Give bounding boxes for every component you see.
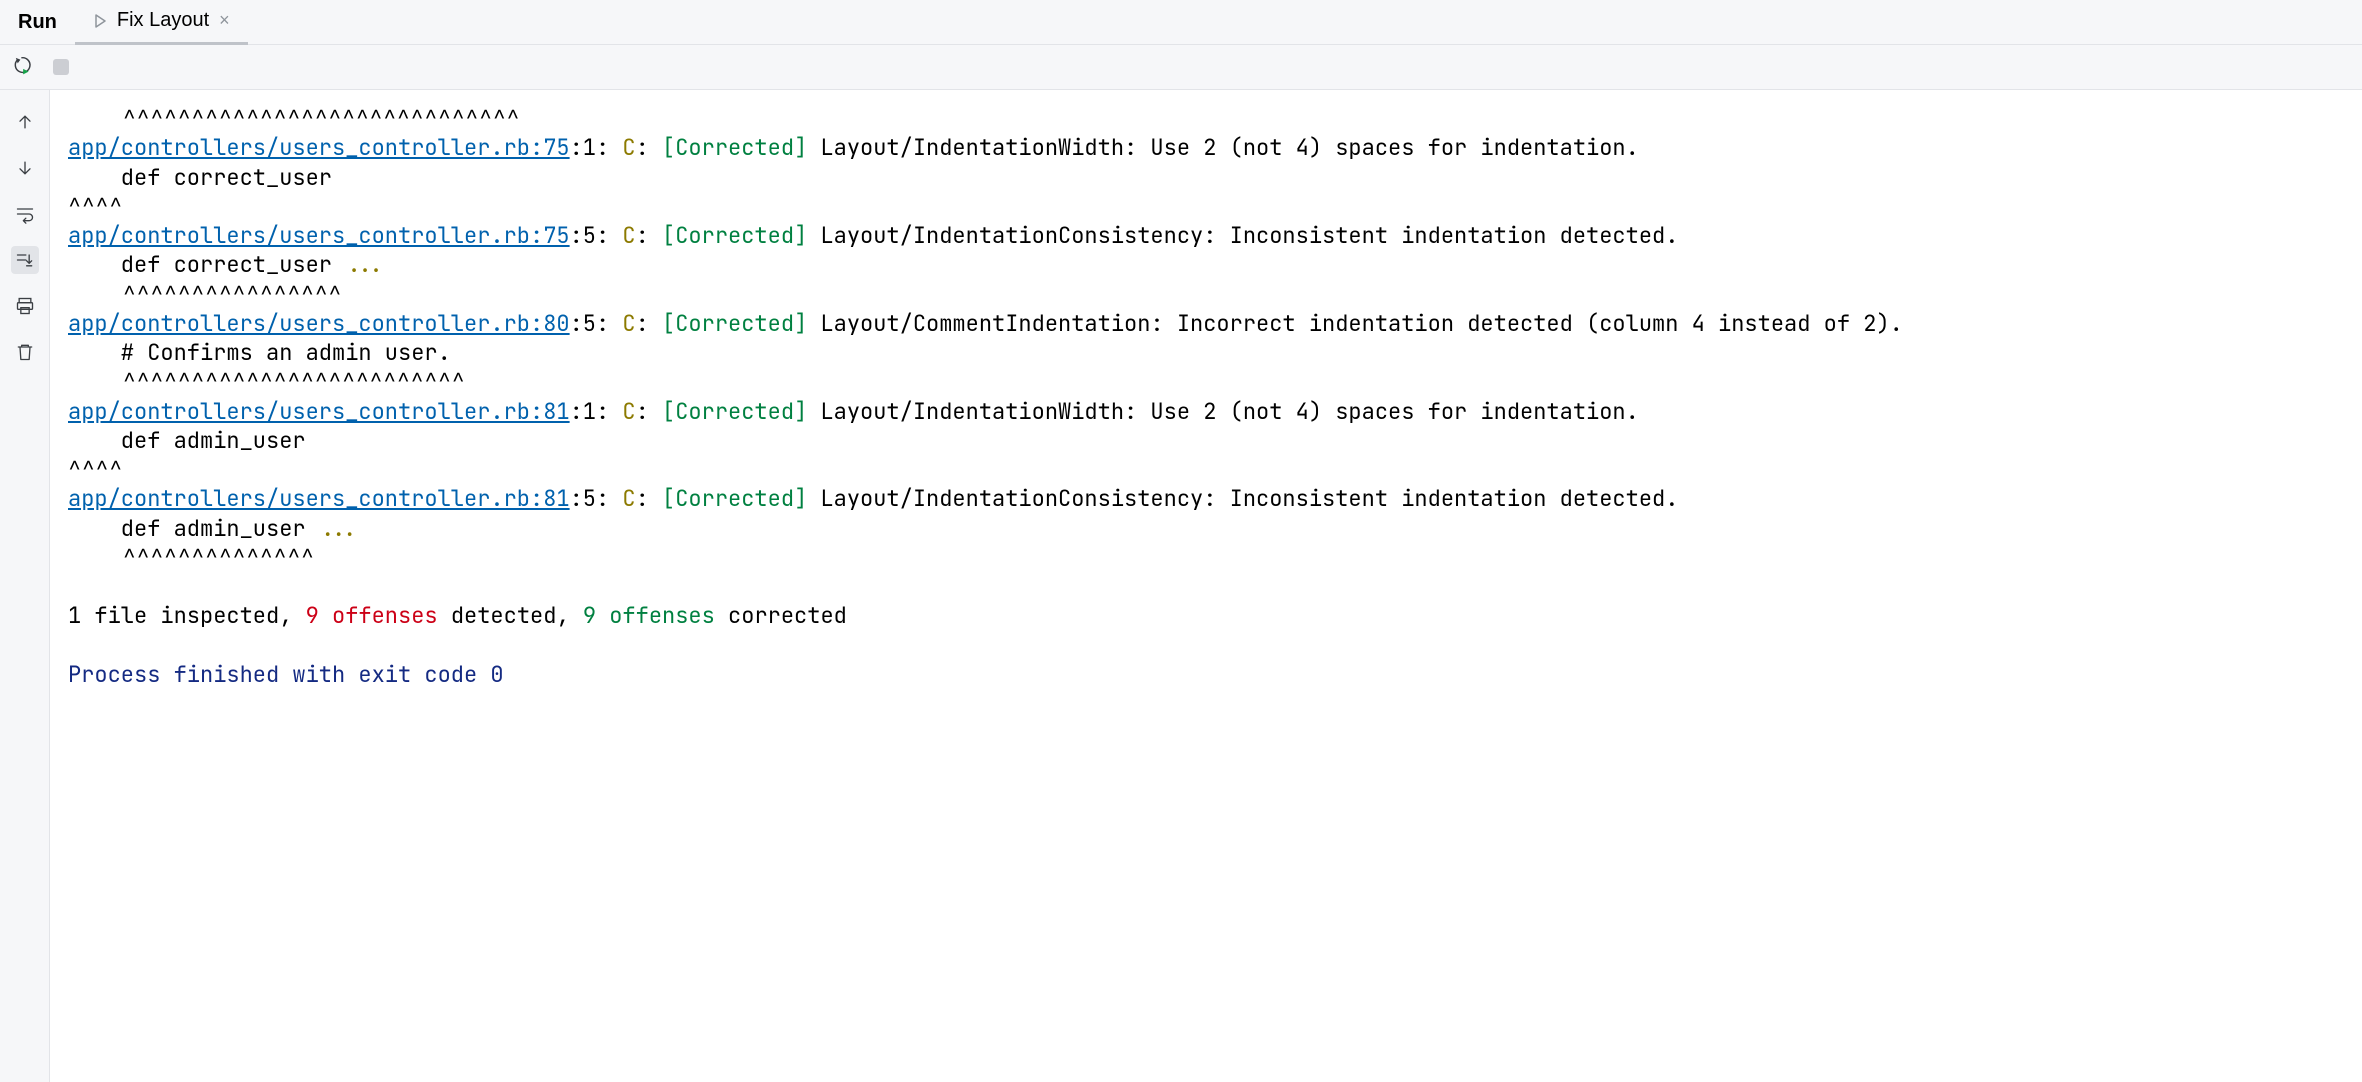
caret-marker: ^^^^^^^^^^^^^^	[68, 543, 315, 572]
location-suffix: :5:	[570, 309, 623, 338]
location-suffix: :5:	[570, 484, 623, 513]
summary-corrected: 9 offenses	[583, 601, 715, 630]
severity-letter: C	[622, 397, 635, 426]
severity-letter: C	[622, 484, 635, 513]
file-link[interactable]: app/controllers/users_controller.rb:75	[68, 221, 570, 250]
offense-message: Layout/IndentationWidth: Use 2 (not 4) s…	[807, 133, 1639, 162]
run-tabbar: Run Fix Layout ×	[0, 0, 2362, 45]
file-link[interactable]: app/controllers/users_controller.rb:81	[68, 484, 570, 513]
exit-message: Process finished with exit code 0	[68, 660, 504, 689]
rerun-button[interactable]	[12, 54, 38, 80]
caret-marker: ^^^^	[68, 455, 123, 484]
clear-button[interactable]	[11, 338, 39, 366]
location-suffix: :1:	[570, 133, 623, 162]
offense-message: Layout/IndentationConsistency: Inconsist…	[807, 221, 1678, 250]
offense-message: Layout/CommentIndentation: Incorrect ind…	[807, 309, 1903, 338]
corrected-tag: [Corrected]	[662, 309, 807, 338]
run-title: Run	[0, 11, 75, 34]
caret-marker: ^^^^^^^^^^^^^^^^	[68, 280, 342, 309]
severity-letter: C	[622, 221, 635, 250]
run-toolbar	[0, 45, 2362, 90]
stop-button[interactable]	[48, 54, 74, 80]
file-link[interactable]: app/controllers/users_controller.rb:75	[68, 133, 570, 162]
caret-marker: ^^^^	[68, 192, 123, 221]
offense-code: def correct_user	[68, 163, 332, 192]
print-button[interactable]	[11, 292, 39, 320]
severity-letter: C	[622, 309, 635, 338]
run-gutter	[0, 90, 50, 1082]
play-icon	[93, 14, 107, 28]
summary-prefix: 1 file inspected,	[68, 601, 306, 630]
run-config-tab[interactable]: Fix Layout ×	[75, 0, 248, 45]
console-output[interactable]: ^^^^^^^^^^^^^^^^^^^^^^^^^^^^^ app/contro…	[50, 90, 2362, 1082]
offense-code: # Confirms an admin user.	[68, 338, 451, 367]
run-config-tab-label: Fix Layout	[117, 9, 209, 32]
corrected-tag: [Corrected]	[662, 221, 807, 250]
severity-letter: C	[622, 133, 635, 162]
offense-code: def admin_user	[68, 514, 319, 543]
summary-detected: 9 offenses	[306, 601, 438, 630]
offense-message: Layout/IndentationWidth: Use 2 (not 4) s…	[807, 397, 1639, 426]
caret-marker: ^^^^^^^^^^^^^^^^^^^^^^^^^^^^^	[68, 104, 520, 133]
location-suffix: :5:	[570, 221, 623, 250]
caret-marker: ^^^^^^^^^^^^^^^^^^^^^^^^^	[68, 367, 465, 396]
offense-message: Layout/IndentationConsistency: Inconsist…	[807, 484, 1678, 513]
corrected-tag: [Corrected]	[662, 484, 807, 513]
close-icon[interactable]: ×	[219, 10, 230, 31]
soft-wrap-button[interactable]	[11, 200, 39, 228]
offense-code: def admin_user	[68, 426, 306, 455]
offense-code: def correct_user	[68, 250, 345, 279]
corrected-tag: [Corrected]	[662, 133, 807, 162]
summary-suffix: corrected	[715, 601, 847, 630]
file-link[interactable]: app/controllers/users_controller.rb:81	[68, 397, 570, 426]
scroll-to-end-button[interactable]	[11, 246, 39, 274]
run-main: ^^^^^^^^^^^^^^^^^^^^^^^^^^^^^ app/contro…	[0, 90, 2362, 1082]
ellipsis: ...	[345, 250, 385, 279]
file-link[interactable]: app/controllers/users_controller.rb:80	[68, 309, 570, 338]
stop-icon	[53, 59, 69, 75]
scroll-up-button[interactable]	[11, 108, 39, 136]
ellipsis: ...	[319, 514, 359, 543]
summary-mid: detected,	[438, 601, 583, 630]
corrected-tag: [Corrected]	[662, 397, 807, 426]
scroll-down-button[interactable]	[11, 154, 39, 182]
location-suffix: :1:	[570, 397, 623, 426]
